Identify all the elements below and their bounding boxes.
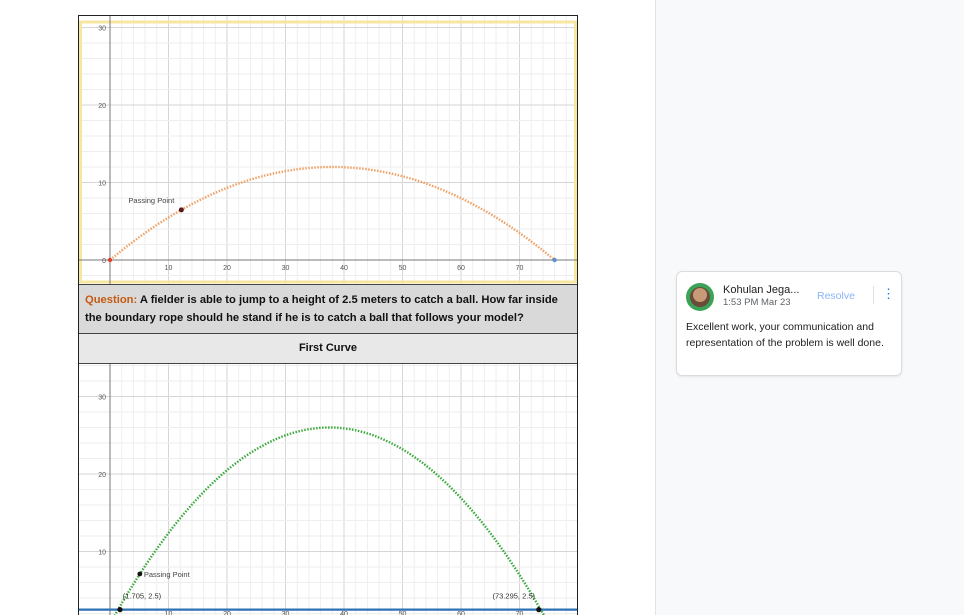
y-tick-label: 0 (102, 258, 106, 265)
end-point-marker (552, 257, 557, 263)
passing-point-label: Passing Point (128, 196, 175, 205)
x-tick-label: 60 (457, 265, 465, 272)
graph-bottom: 30 20 10 10 20 30 40 50 60 70 (1.705, 2.5) (73.295,… (79, 364, 577, 615)
start-point-marker (107, 257, 113, 263)
passing-point-marker (137, 571, 143, 577)
x-tick-label: 40 (340, 265, 348, 272)
first-curve-caption: First Curve (79, 334, 577, 364)
x-tick-label: 70 (516, 265, 524, 272)
left-intersection-marker (117, 607, 123, 613)
graph-top-canvas: 30 20 10 0 10 20 30 40 50 60 70 Passing Point (79, 16, 577, 284)
passing-point-label: Passing Point (144, 570, 191, 579)
right-intersection-marker (536, 607, 542, 613)
y-tick-label: 20 (98, 103, 106, 110)
x-tick-label: 70 (516, 611, 524, 615)
comment-body: Excellent work, your communication and r… (686, 321, 884, 349)
right-intersection-label: (73.295, 2.5) (493, 592, 536, 601)
x-tick-label: 10 (165, 265, 173, 272)
document-page: 30 20 10 0 10 20 30 40 50 60 70 Passing Point Quest… (0, 0, 655, 615)
curve (113, 426, 546, 615)
y-tick-label: 20 (98, 472, 106, 479)
question-row: Question: A fielder is able to jump to a… (79, 284, 577, 334)
graph-bottom-canvas: 30 20 10 10 20 30 40 50 60 70 (1.705, 2.5) (73.295,… (79, 364, 577, 615)
y-tick-label: 30 (98, 395, 106, 402)
avatar-face (693, 288, 707, 302)
x-tick-label: 30 (282, 611, 290, 615)
x-tick-label: 10 (165, 611, 173, 615)
avatar[interactable] (686, 283, 714, 311)
comment-card[interactable]: Kohulan Jega... 1:53 PM Mar 23 Resolve ⋮… (676, 271, 902, 376)
x-tick-label: 20 (223, 611, 231, 615)
passing-point-marker (178, 207, 184, 213)
x-tick-label: 50 (399, 265, 407, 272)
more-vert-icon[interactable]: ⋮ (882, 287, 895, 301)
left-intersection-label: (1.705, 2.5) (123, 592, 162, 601)
comment-author: Kohulan Jega... (723, 284, 800, 296)
question-label: Question: (85, 294, 138, 306)
x-tick-label: 60 (457, 611, 465, 615)
x-tick-label: 20 (223, 265, 231, 272)
x-tick-label: 50 (399, 611, 407, 615)
divider (873, 286, 874, 304)
document-table: 30 20 10 0 10 20 30 40 50 60 70 Passing Point Quest… (78, 15, 578, 615)
comment-time: 1:53 PM Mar 23 (723, 297, 791, 308)
y-tick-label: 10 (98, 550, 106, 557)
y-tick-label: 10 (98, 181, 106, 188)
resolve-button[interactable]: Resolve (817, 290, 855, 302)
x-tick-label: 40 (340, 611, 348, 615)
graph-top: 30 20 10 0 10 20 30 40 50 60 70 Passing Point (79, 16, 577, 284)
question-text: A fielder is able to jump to a height of… (85, 294, 558, 324)
y-tick-label: 30 (98, 26, 106, 33)
x-tick-label: 30 (282, 265, 290, 272)
